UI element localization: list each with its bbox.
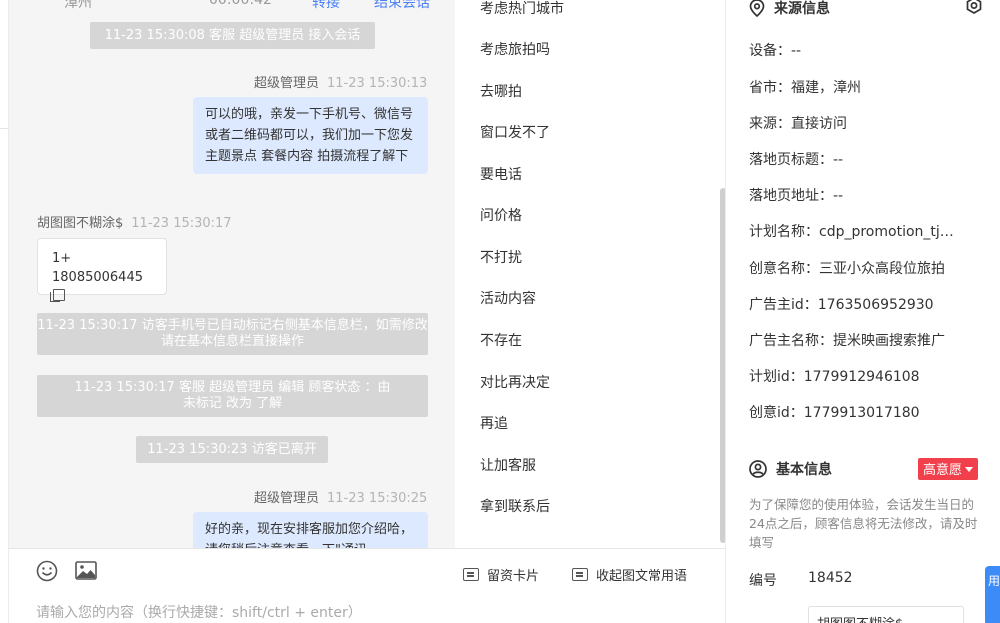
phrase-item[interactable]: 不存在 — [480, 330, 522, 350]
location-pin-icon — [749, 0, 765, 17]
user-circle-icon — [749, 460, 767, 478]
phrase-item[interactable]: 考虑旅拍吗 — [480, 39, 550, 59]
visitor-city: 漳州 — [64, 0, 92, 11]
number-value: 18452 — [808, 570, 853, 586]
phrase-item[interactable]: 问价格 — [480, 205, 522, 225]
source-info-title: 来源信息 — [749, 0, 830, 18]
end-session-link[interactable]: 结束会话 — [374, 0, 430, 12]
phrase-item[interactable]: 要电话 — [480, 164, 522, 184]
info-row: 广告主名称：提米映画搜索推广 — [749, 333, 945, 349]
collapse-phrases-button[interactable]: 收起图文常用语 — [572, 565, 687, 584]
message-input[interactable]: 请输入您的内容（换行快捷键：shift/ctrl + enter） — [36, 602, 362, 622]
info-row: 落地页标题：-- — [749, 152, 844, 168]
settings-icon[interactable] — [964, 0, 984, 16]
left-edge-strip — [0, 0, 9, 623]
message-list-icon — [572, 568, 588, 581]
intent-status-dropdown[interactable]: 高意愿 — [918, 458, 979, 480]
caret-down-icon — [965, 467, 974, 472]
message-sender: 超级管理员 11-23 15:30:25 — [254, 491, 428, 506]
info-row: 创意id：1779913017180 — [749, 405, 920, 421]
info-row: 计划id：1779912946108 — [749, 369, 920, 385]
message-sender: 胡图图不糊涂$ 11-23 15:30:17 — [37, 216, 232, 231]
phrase-item[interactable]: 不打扰 — [480, 247, 522, 267]
floating-action-button[interactable]: 用 — [985, 566, 1000, 623]
system-message: 11-23 15:30:17 客服 超级管理员 编辑 顾客状态 ：由 未标记 改… — [37, 375, 428, 417]
phone-number-card[interactable]: 1+ 18085006445 — [37, 238, 167, 302]
message-input-area[interactable]: 留资卡片 收起图文常用语 请输入您的内容（换行快捷键：shift/ctrl + … — [9, 548, 725, 623]
chat-workspace: 漳州 00:00:42 转接 结束会话 11-23 15:30:08 客服 超级… — [0, 0, 1000, 623]
agent-message-bubble: 可以的哦，亲发一下手机号、微信号或者二维码都可以，我们加一下您发主题景点 套餐内… — [193, 97, 428, 174]
system-message: 11-23 15:30:23 访客已离开 — [136, 436, 328, 463]
number-label: 编号 — [749, 573, 777, 589]
phrase-item[interactable]: 活动内容 — [480, 288, 536, 308]
edit-notice: 为了保障您的使用体验，会话发生当日的24点之后，顾客信息将无法修改，请及时填写 — [749, 497, 978, 550]
transfer-link[interactable]: 转接 — [312, 0, 340, 12]
info-row: 创意名称：三亚小众高段位旅拍 — [749, 261, 945, 277]
phrase-item[interactable]: 拿到联系后 — [480, 496, 550, 516]
agent-message-bubble: 好的亲，现在安排客服加您介绍哈，请您稍后注意查看，下"通讯 — [193, 512, 428, 548]
info-row: 计划名称：cdp_promotion_tj_lp_1 — [749, 224, 959, 240]
visitor-info-panel: 来源信息 设备：-- 省市：福建，漳州 来源：直接访问 落地页标题：-- 落地页… — [725, 0, 1000, 623]
chat-duration: 00:00:42 — [209, 0, 272, 8]
info-row: 落地页地址：-- — [749, 188, 844, 204]
info-row: 广告主id：1763506952930 — [749, 297, 934, 313]
quick-phrase-list[interactable]: 考虑热门城市 考虑旅拍吗 去哪拍 窗口发不了 要电话 问价格 不打扰 活动内容 … — [462, 0, 724, 548]
basic-info-title: 基本信息 — [749, 459, 832, 479]
phrase-item[interactable]: 对比再决定 — [480, 372, 550, 392]
phrase-item[interactable]: 考虑热门城市 — [480, 0, 564, 18]
info-row: 省市：福建，漳州 — [749, 80, 861, 96]
info-row: 来源：直接访问 — [749, 116, 847, 132]
phrase-item[interactable]: 去哪拍 — [480, 81, 522, 101]
message-sender: 超级管理员 11-23 15:30:13 — [254, 76, 428, 91]
info-card-button[interactable]: 留资卡片 — [463, 565, 539, 584]
message-card-icon — [463, 568, 479, 581]
phrase-item[interactable]: 再追 — [480, 413, 508, 433]
image-icon[interactable] — [75, 561, 97, 580]
phrase-item[interactable]: 让加客服 — [480, 455, 536, 475]
phrase-item[interactable]: 窗口发不了 — [480, 122, 550, 142]
copy-icon[interactable] — [50, 289, 65, 302]
system-message: 11-23 15:30:17 访客手机号已自动标记右侧基本信息栏，如需修改请在基… — [37, 313, 428, 355]
smile-icon[interactable] — [36, 560, 58, 582]
visitor-name-field[interactable]: 胡图图不糊涂$ — [808, 606, 964, 623]
info-row: 设备：-- — [749, 43, 802, 59]
chat-window[interactable]: 漳州 00:00:42 转接 结束会话 11-23 15:30:08 客服 超级… — [9, 0, 455, 548]
system-message: 11-23 15:30:08 客服 超级管理员 接入会话 — [90, 22, 375, 49]
